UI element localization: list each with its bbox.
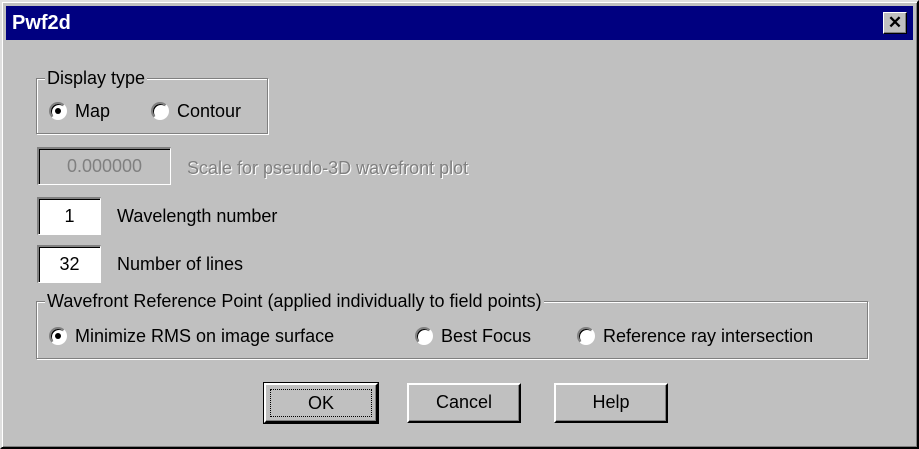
radio-best-focus[interactable]: Best Focus [415, 325, 531, 347]
lines-input[interactable]: 32 [37, 245, 101, 283]
reference-point-group: Wavefront Reference Point (applied indiv… [36, 290, 868, 359]
display-type-group: Display type Map Contour [36, 67, 268, 134]
radio-unchecked-icon [151, 102, 169, 120]
radio-best-focus-label: Best Focus [441, 326, 532, 346]
ok-button[interactable]: OK [263, 382, 379, 424]
wavelength-label: Wavelength number [117, 206, 278, 226]
reference-point-legend: Wavefront Reference Point (applied indiv… [45, 290, 544, 312]
window-title: Pwf2d [12, 12, 71, 34]
radio-contour-label: Contour [177, 101, 242, 121]
lines-label: Number of lines [117, 254, 244, 274]
radio-unchecked-icon [577, 327, 595, 345]
close-icon[interactable]: ✕ [883, 12, 907, 34]
radio-contour[interactable]: Contour [151, 100, 241, 122]
dialog-window: Pwf2d ✕ Display type Map Contour 0.00000… [0, 0, 919, 449]
scale-input: 0.000000 [37, 147, 171, 185]
radio-map-label: Map [75, 101, 111, 121]
display-type-legend: Display type [45, 67, 148, 89]
radio-unchecked-icon [415, 327, 433, 345]
scale-label: Scale for pseudo-3D wavefront plot [187, 158, 469, 178]
radio-map[interactable]: Map [49, 100, 110, 122]
ok-button-label: OK [270, 389, 372, 417]
radio-minimize-rms-label: Minimize RMS on image surface [75, 326, 335, 346]
cancel-button[interactable]: Cancel [407, 383, 521, 423]
radio-reference-ray[interactable]: Reference ray intersection [577, 325, 813, 347]
help-button[interactable]: Help [554, 383, 668, 423]
radio-reference-ray-label: Reference ray intersection [603, 326, 814, 346]
radio-checked-icon [49, 327, 67, 345]
radio-checked-icon [49, 102, 67, 120]
wavelength-input[interactable]: 1 [37, 197, 101, 235]
title-bar[interactable]: Pwf2d ✕ [6, 6, 913, 40]
radio-minimize-rms[interactable]: Minimize RMS on image surface [49, 325, 334, 347]
